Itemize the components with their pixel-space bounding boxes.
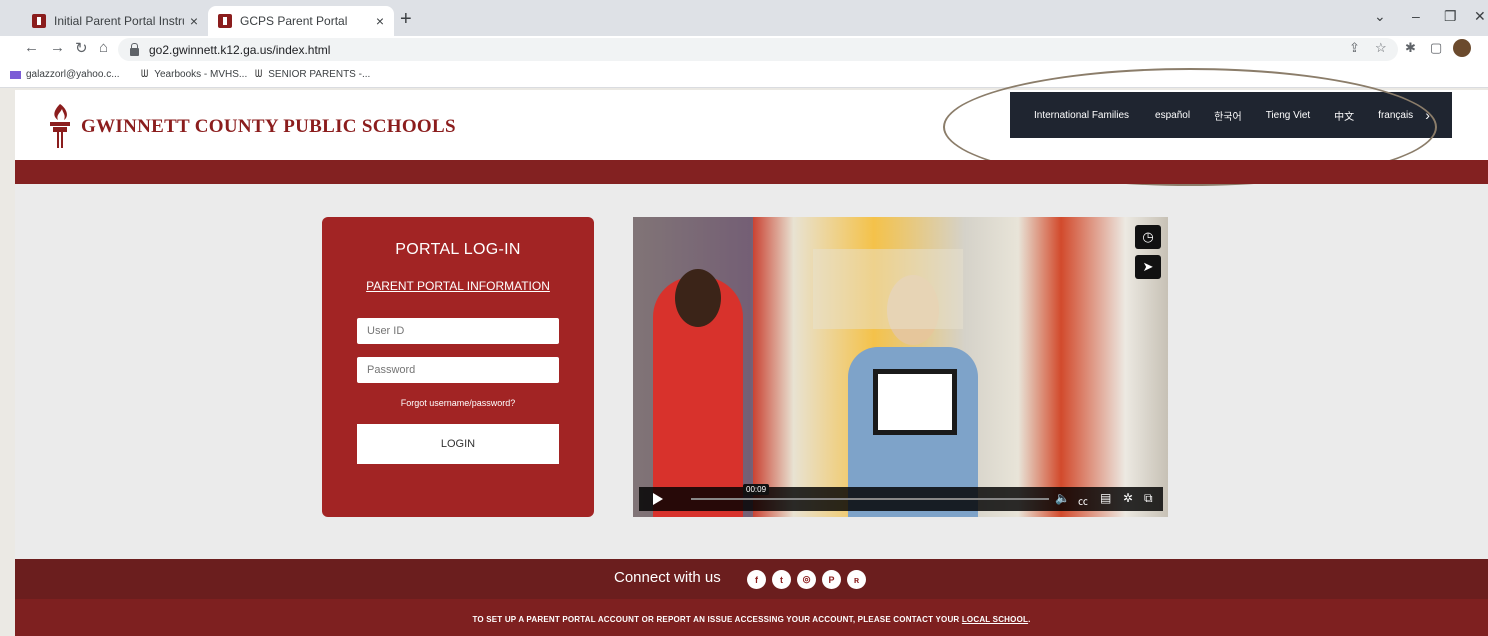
bookmark-star-icon[interactable]: ☆ [1375, 40, 1387, 56]
transcript-icon[interactable]: ▤ [1100, 491, 1111, 505]
watch-later-icon[interactable]: ◷ [1135, 225, 1161, 249]
browser-tab-bar: Initial Parent Portal Instructions / × G… [0, 0, 1488, 36]
forward-icon[interactable]: → [50, 39, 65, 56]
video-progress-bar[interactable]: 00:09 [691, 484, 1049, 500]
password-input[interactable] [357, 357, 559, 383]
header-red-band [15, 160, 1488, 184]
captions-icon[interactable]: ㏄ [1078, 493, 1088, 508]
url-text: go2.gwinnett.k12.ga.us/index.html [149, 42, 331, 57]
connect-bar: Connect with us f t ◎ P ʀ [15, 559, 1488, 599]
reload-icon[interactable]: ↻ [75, 39, 88, 57]
torch-logo-icon [50, 104, 70, 148]
contact-notice: TO SET UP A PARENT PORTAL ACCOUNT OR REP… [15, 615, 1488, 624]
video-banner [813, 249, 963, 329]
notice-text: TO SET UP A PARENT PORTAL ACCOUNT OR REP… [472, 615, 960, 624]
minimize-icon[interactable]: – [1412, 8, 1420, 24]
login-title: PORTAL LOG-IN [395, 241, 521, 258]
address-bar-row: ← → ↻ ⌂ go2.gwinnett.k12.ga.us/index.htm… [0, 36, 1488, 64]
share-video-icon[interactable]: ➤ [1135, 255, 1161, 279]
bookmark-item-senior-parents[interactable]: ᗯ SENIOR PARENTS -... [255, 69, 370, 80]
bookmark-item-yearbooks[interactable]: ᗯ Yearbooks - MVHS... [141, 69, 247, 80]
side-panel-icon[interactable]: ▢ [1430, 40, 1442, 56]
gcps-favicon-icon [32, 14, 46, 28]
tab-close-icon[interactable]: × [190, 13, 198, 29]
tab-instructions[interactable]: Initial Parent Portal Instructions / × [22, 6, 208, 36]
contact-notice-bar: TO SET UP A PARENT PORTAL ACCOUNT OR REP… [15, 599, 1488, 636]
local-school-link[interactable]: LOCAL SCHOOL [962, 615, 1028, 624]
close-window-icon[interactable]: ✕ [1474, 8, 1486, 25]
restore-icon[interactable]: ❐ [1444, 8, 1457, 25]
site-title: GWINNETT COUNTY PUBLIC SCHOOLS [81, 116, 456, 137]
parent-portal-info-link[interactable]: PARENT PORTAL INFORMATION [322, 279, 594, 293]
bookmark-label: galazzorl@yahoo.c... [26, 69, 120, 80]
volume-icon[interactable]: 🔈 [1055, 491, 1070, 505]
video-player[interactable]: ◷ ➤ 00:09 🔈 ㏄ ▤ ✲ ⧉ [633, 217, 1168, 517]
play-icon[interactable] [649, 491, 665, 507]
video-timestamp: 00:09 [743, 484, 770, 495]
video-person-left-head [675, 269, 721, 327]
settings-icon[interactable]: ✲ [1123, 491, 1133, 505]
fullscreen-icon[interactable]: ⧉ [1144, 491, 1153, 506]
connect-label: Connect with us [614, 569, 721, 586]
portal-page: GWINNETT COUNTY PUBLIC SCHOOLS Internati… [15, 68, 1488, 636]
share-icon[interactable]: ⇪ [1349, 40, 1360, 56]
url-field[interactable]: go2.gwinnett.k12.ga.us/index.html [118, 38, 1398, 61]
extensions-icon[interactable]: ✱ [1405, 40, 1416, 56]
home-icon[interactable]: ⌂ [99, 39, 108, 56]
tab-title: GCPS Parent Portal [240, 14, 348, 28]
tab-search-icon[interactable]: ⌄ [1374, 8, 1386, 25]
new-tab-button[interactable]: + [400, 8, 412, 31]
rss-icon[interactable]: ʀ [847, 570, 866, 589]
video-control-bar: 00:09 🔈 ㏄ ▤ ✲ ⧉ [639, 484, 1163, 511]
mail-icon [10, 70, 21, 79]
tab-close-icon[interactable]: × [376, 13, 384, 29]
notice-end: . [1028, 615, 1031, 624]
site-header: GWINNETT COUNTY PUBLIC SCHOOLS Internati… [15, 68, 1488, 186]
login-button[interactable]: LOGIN [357, 424, 559, 464]
instagram-icon[interactable]: ◎ [797, 570, 816, 589]
bookmark-label: Yearbooks - MVHS... [154, 69, 248, 80]
facebook-icon[interactable]: f [747, 570, 766, 589]
pinterest-icon[interactable]: P [822, 570, 841, 589]
tab-parent-portal[interactable]: GCPS Parent Portal × [208, 6, 394, 36]
forgot-credentials-link[interactable]: Forgot username/password? [322, 398, 594, 408]
bookmark-label: SENIOR PARENTS -... [268, 69, 371, 80]
userid-input[interactable] [357, 318, 559, 344]
bookmark-item-mail[interactable]: galazzorl@yahoo.c... [10, 69, 120, 80]
tab-title: Initial Parent Portal Instructions / [54, 14, 184, 28]
gcps-favicon-icon [218, 14, 232, 28]
login-card: PORTAL LOG-IN PARENT PORTAL INFORMATION … [322, 217, 594, 517]
profile-avatar[interactable] [1453, 39, 1471, 57]
lock-icon [130, 42, 139, 56]
back-icon[interactable]: ← [24, 39, 39, 56]
video-certificate [873, 369, 957, 435]
w-icon: ᗯ [141, 69, 149, 80]
twitter-icon[interactable]: t [772, 570, 791, 589]
w-icon: ᗯ [255, 69, 263, 80]
